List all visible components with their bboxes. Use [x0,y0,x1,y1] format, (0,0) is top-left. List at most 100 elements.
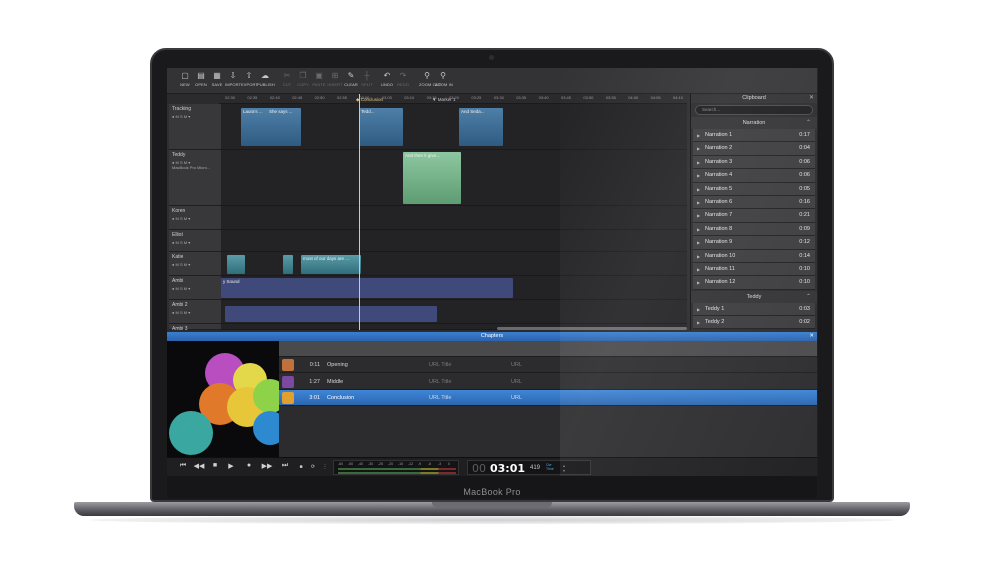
track-controls[interactable]: ● M S M ▾ [169,114,221,119]
rewind-button[interactable]: ◀◀ [193,462,205,470]
play-button[interactable]: ▶ [225,462,237,470]
clip[interactable] [225,306,437,322]
play-icon[interactable]: ▶ [697,142,700,155]
track-header[interactable]: Tracking ● M S M ▾ [169,104,221,150]
input-device-select[interactable]: MacBook Pro Micro... [169,165,221,170]
clipboard-item[interactable]: ▶ Narration 3 0:06 [693,155,815,170]
clip[interactable]: And then it give... [403,152,461,204]
clipboard-item[interactable]: ▶ Narration 4 0:06 [693,169,815,183]
play-icon[interactable]: ▶ [697,276,700,289]
clip[interactable] [283,255,293,274]
track-controls[interactable]: ● M S M ▾ [169,216,221,221]
clipboard-item[interactable]: ▶ Teddy 1 0:03 [693,302,815,317]
clip[interactable]: She says ... [267,108,301,146]
chapter-url-title[interactable]: URL Title [429,357,451,373]
paste-button[interactable]: ▣ PASTE [311,70,327,92]
track-controls[interactable]: ● M S M ▾ [169,240,221,245]
track-controls[interactable]: ● M S M ▾ [169,286,221,291]
clipboard-item[interactable]: ▶ Narration 10 0:14 [693,249,815,263]
import-button[interactable]: ⇩ IMPORT [225,70,241,92]
clip[interactable]: most of our days are ... [301,255,361,274]
play-icon[interactable]: ▶ [697,169,700,182]
record-button[interactable]: ● [243,462,255,469]
chapter-thumbnail[interactable] [282,392,294,404]
undo-button[interactable]: ↶ UNDO [379,70,395,92]
play-icon[interactable]: ▶ [697,196,700,209]
zoom-in-button[interactable]: ⚲ ZOOM IN [435,70,453,92]
close-icon[interactable]: ✕ [809,94,814,103]
copy-button[interactable]: ❐ COPY [295,70,311,92]
close-icon[interactable]: ✕ [809,332,814,341]
stop-square-icon[interactable]: ■ [295,464,307,470]
play-icon[interactable]: ▶ [697,316,700,329]
save-button[interactable]: ▦ SAVE [209,70,225,92]
play-icon[interactable]: ▶ [697,236,700,249]
chapter-title[interactable]: Conclusion [327,390,354,406]
clipboard-section-header[interactable]: Narration ⌃ [691,117,817,129]
chapter-row[interactable]: 0:11 Opening URL Title URL [279,357,817,373]
track-controls[interactable]: ● M S M ▾ [169,310,221,315]
chapter-url[interactable]: URL [511,390,522,406]
skip-to-start-button[interactable]: ⏮ [177,462,189,470]
play-icon[interactable]: ▶ [697,129,700,142]
export-button[interactable]: ⇧ EXPORT [241,70,258,92]
clip[interactable]: y Sound [221,278,513,298]
track-header[interactable]: Koren ● M S M ▾ [169,206,221,230]
loop-icon[interactable]: ⟳ [307,464,319,470]
play-icon[interactable]: ▶ [697,156,700,169]
track-header[interactable]: Elliot ● M S M ▾ [169,230,221,252]
play-icon[interactable]: ▶ [697,263,700,276]
open-button[interactable]: ▤ OPEN [193,70,209,92]
search-input[interactable]: Search... [695,105,813,115]
clipboard-item[interactable]: ▶ Narration 9 0:12 [693,236,815,250]
clipboard-section-header[interactable]: Teddy ⌃ [691,290,817,303]
new-button[interactable]: ▢ NEW [177,70,193,92]
clipboard-item[interactable]: ▶ Teddy 2 0:02 [693,316,815,330]
clipboard-item[interactable]: ▶ Narration 5 0:05 [693,182,815,196]
chapter-title[interactable]: Middle [327,374,343,390]
insert-button[interactable]: ⊞ INSERT [327,70,343,92]
play-icon[interactable]: ▶ [697,183,700,196]
clipboard-item[interactable]: ▶ Narration 6 0:16 [693,195,815,210]
more-icon[interactable]: ⋮ [319,464,331,470]
clipboard-item[interactable]: ▶ Narration 8 0:09 [693,222,815,237]
chevron-up-icon[interactable]: ⌃ [806,117,811,129]
play-icon[interactable]: ▶ [697,250,700,263]
chapter-thumbnail[interactable] [282,375,294,388]
chapter-title[interactable]: Opening [327,357,348,373]
clipboard-item[interactable]: ▶ Narration 1 0:17 [693,129,815,143]
clipboard-item[interactable]: ▶ Narration 12 0:10 [693,276,815,290]
track-controls[interactable]: ● M S M ▾ [169,262,221,267]
track-header[interactable]: Ambi ● M S M ▾ [169,276,221,300]
redo-button[interactable]: ↷ REDO [395,70,411,92]
chevron-up-icon[interactable]: ⌃ [806,291,811,303]
chapter-thumbnail[interactable] [282,359,294,371]
stop-button[interactable]: ■ [209,462,221,469]
track-area[interactable]: Laura's ... She says ... Tedd... And Sed… [221,104,687,330]
chapter-url[interactable]: URL [511,374,522,390]
chapter-url-title[interactable]: URL Title [429,374,451,390]
playhead[interactable] [359,94,360,330]
clip[interactable] [227,255,245,274]
track-header[interactable]: Katie ● M S M ▾ [169,252,221,276]
play-icon[interactable]: ▶ [697,223,700,236]
marker-1[interactable]: ▼ Marker 1 [432,97,455,102]
stepper-arrows-icon[interactable]: ▴ ▾ [563,463,565,473]
clip[interactable]: Tedd... [359,108,403,146]
cut-button[interactable]: ✂ CUT [279,70,295,92]
split-button[interactable]: ┼ SPLIT [359,70,375,92]
zoom-out-button[interactable]: ⚲ ZOOM OUT [419,70,441,92]
clipboard-item[interactable]: ▶ Narration 11 0:10 [693,262,815,277]
publish-button[interactable]: ☁ PUBLISH [257,70,275,92]
clipboard-item[interactable]: ▶ Narration 2 0:04 [693,142,815,156]
chapter-url-title[interactable]: URL Title [429,390,451,406]
fast-forward-button[interactable]: ▶▶ [261,462,273,470]
skip-to-end-button[interactable]: ⏭ [279,462,291,470]
chapter-marker-conclusion[interactable]: ◆ Conclusion [356,97,383,103]
horizontal-scrollbar[interactable] [497,327,687,330]
clipboard-item[interactable]: ▶ Narration 7 0:21 [693,209,815,223]
overdub-label[interactable]: Ovr Time [546,463,554,471]
track-header[interactable]: Ambi 3 [169,324,221,332]
chapter-row[interactable]: 1:27 Middle URL Title URL [279,374,817,390]
track-header[interactable]: Ambi 2 ● M S M ▾ [169,300,221,324]
